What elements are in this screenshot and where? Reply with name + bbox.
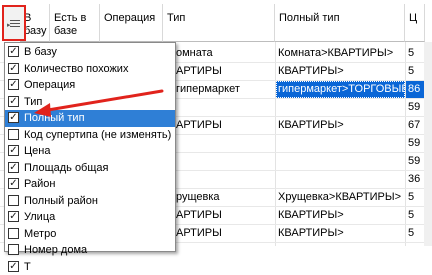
check-icon[interactable]: ✓ — [8, 261, 19, 272]
menu-item-partial[interactable]: ✓ Т — [5, 259, 175, 275]
menu-item-label: Т — [24, 259, 31, 275]
annotation-arrow — [0, 0, 432, 246]
